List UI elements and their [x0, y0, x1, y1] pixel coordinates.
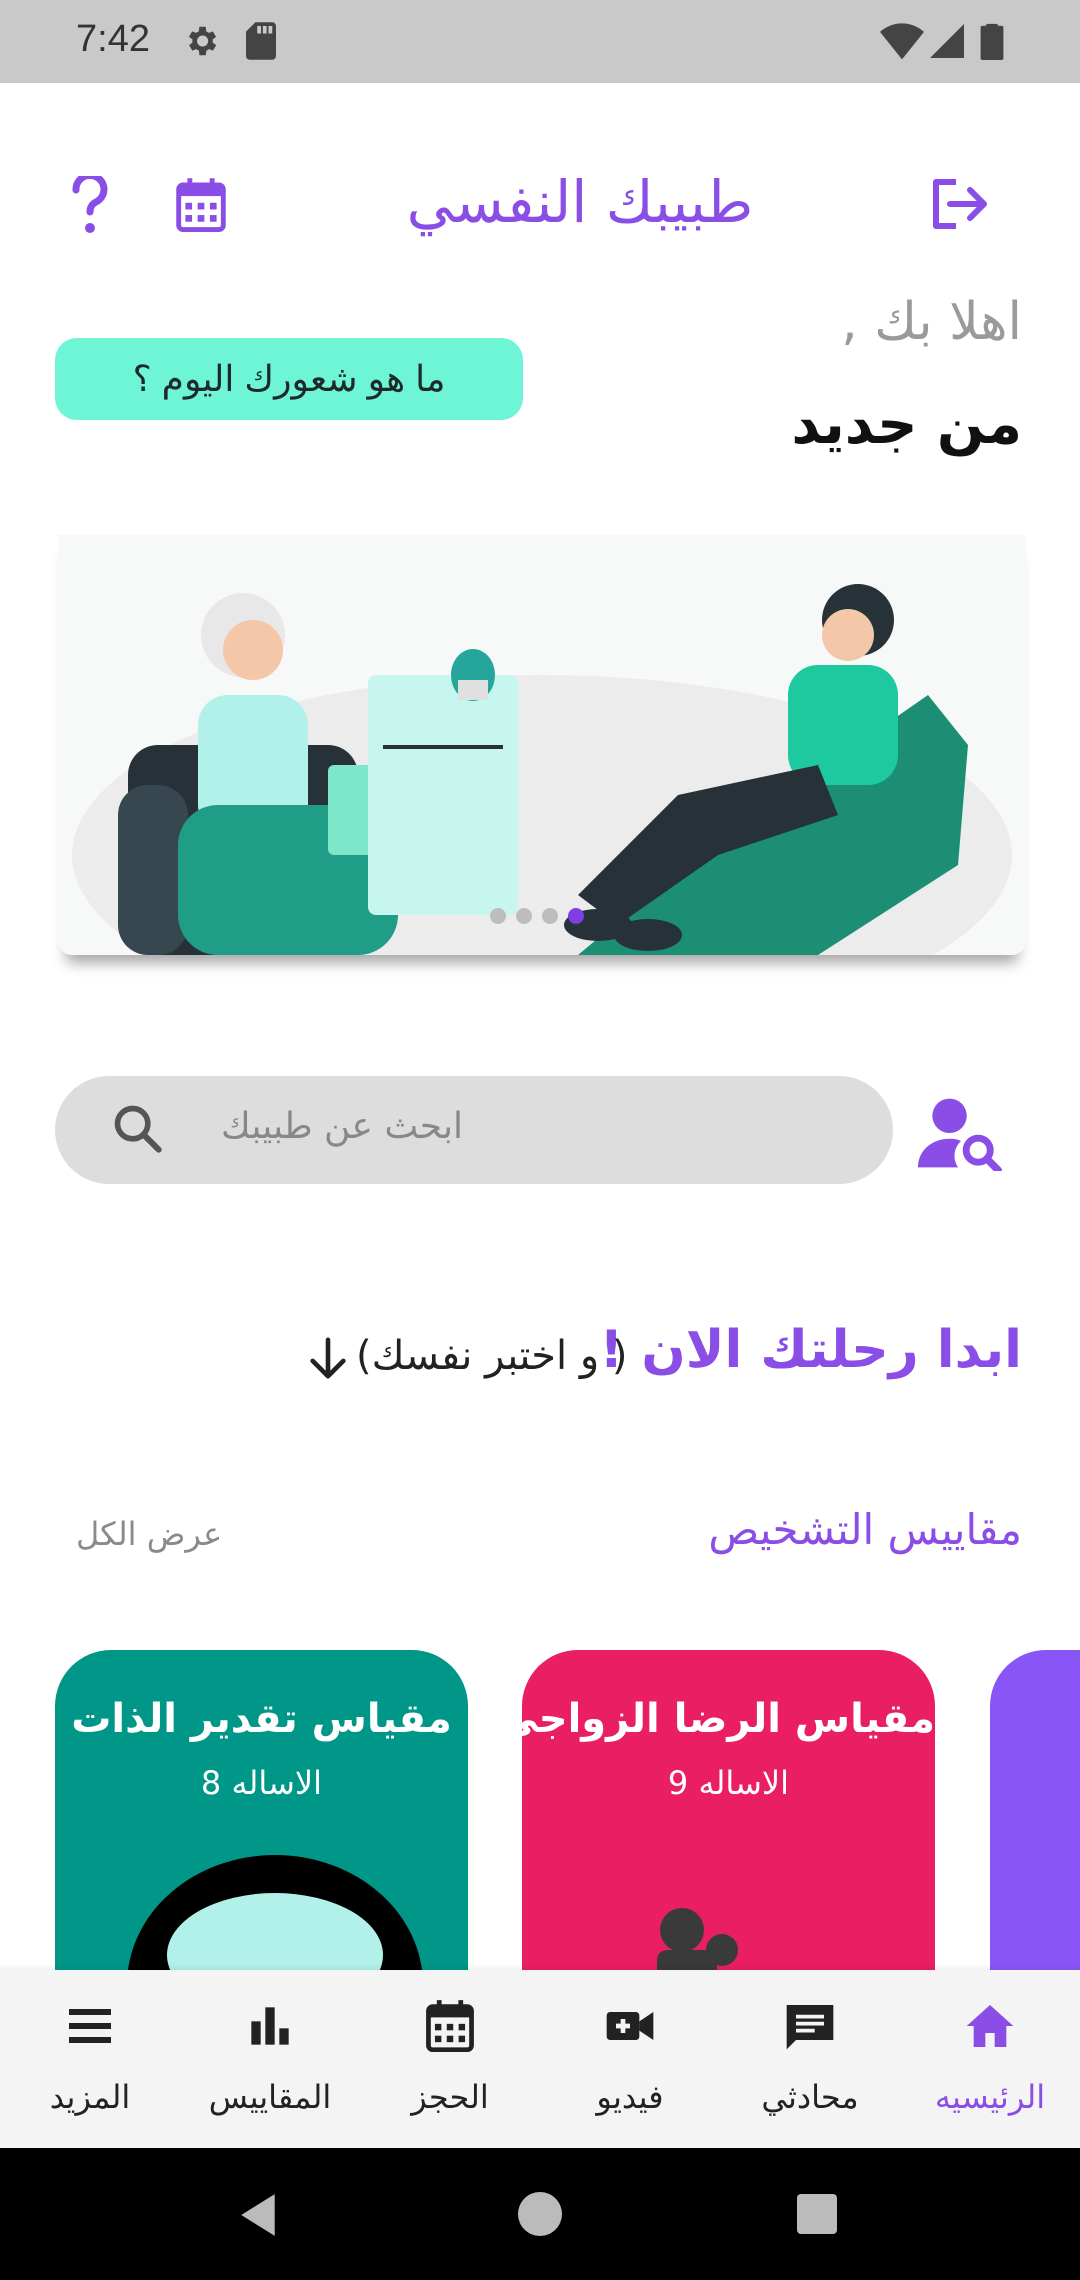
help-icon[interactable] — [70, 176, 110, 236]
greeting-line1: اهلا بك , — [841, 292, 1022, 352]
scale-card-partial[interactable] — [990, 1650, 1080, 1970]
system-navigation-bar — [0, 2148, 1080, 2280]
nav-item-booking[interactable]: الحجز — [360, 1970, 540, 2148]
menu-icon — [69, 2008, 111, 2044]
calendar-icon[interactable] — [174, 176, 228, 234]
status-time: 7:42 — [76, 18, 150, 60]
journey-subtitle: ( و اختبر نفسك) — [356, 1333, 628, 1379]
chat-icon — [786, 2005, 834, 2050]
nav-label: فيديو — [596, 2078, 664, 2116]
nav-label: محادثي — [761, 2078, 859, 2116]
view-all-link[interactable]: عرض الكل — [76, 1515, 222, 1553]
doctor-search-bar[interactable]: ابحث عن طبيبك — [55, 1076, 893, 1184]
pager-dot[interactable] — [542, 908, 558, 924]
home-button-icon[interactable] — [518, 2192, 562, 2236]
arrow-down-icon — [310, 1337, 346, 1379]
pager-dot-active[interactable] — [568, 908, 584, 924]
back-icon[interactable] — [236, 2192, 280, 2238]
logout-icon[interactable] — [930, 176, 990, 232]
search-placeholder[interactable]: ابحث عن طبيبك — [221, 1106, 463, 1147]
nav-label: الحجز — [411, 2078, 489, 2116]
scales-section-title: مقاييس التشخيص — [708, 1505, 1022, 1554]
nav-label: المزيد — [49, 2078, 131, 2116]
banner-pager — [490, 908, 584, 924]
pager-dot[interactable] — [490, 908, 506, 924]
scale-card-title: مقياس الرضا الزواجي — [522, 1696, 935, 1742]
calendar-icon — [426, 2000, 474, 2053]
scale-card-title: مقياس تقدير الذات — [71, 1696, 452, 1742]
therapy-banner[interactable] — [58, 535, 1026, 955]
bar-chart-icon — [251, 2007, 289, 2045]
recents-icon[interactable] — [797, 2194, 837, 2234]
therapy-session-illustration — [72, 584, 1012, 955]
video-call-icon — [606, 2012, 654, 2040]
battery-icon — [980, 23, 1004, 60]
nav-item-more[interactable]: المزيد — [0, 1970, 180, 2148]
sd-card-icon — [246, 22, 276, 60]
signal-icon — [930, 24, 964, 58]
scale-card-subtitle: الاساله 9 — [667, 1764, 790, 1802]
nav-item-video[interactable]: فيديو — [540, 1970, 720, 2148]
couple-illustration — [657, 1908, 738, 1970]
pager-dot[interactable] — [516, 908, 532, 924]
wifi-icon — [880, 23, 924, 60]
brain-head-illustration — [128, 1855, 422, 1970]
home-icon — [966, 2005, 1014, 2047]
app-title: طبيبك النفسي — [406, 168, 754, 236]
mood-button[interactable]: ما هو شعورك اليوم ؟ — [55, 338, 523, 420]
nav-item-home[interactable]: الرئيسيه — [900, 1970, 1080, 2148]
scale-card-self-esteem[interactable]: مقياس تقدير الذات الاساله 8 — [55, 1650, 468, 1970]
scale-card-marital-satisfaction[interactable]: مقياس الرضا الزواجي الاساله 9 — [522, 1650, 935, 1970]
nav-label: الرئيسيه — [934, 2078, 1046, 2116]
status-bar: 7:42 — [0, 0, 1080, 83]
nav-item-chats[interactable]: محادثي — [720, 1970, 900, 2148]
search-icon[interactable] — [111, 1102, 163, 1154]
journey-title: ابدا رحلتك الان ! — [599, 1320, 1022, 1380]
greeting-line2: من جديد — [791, 392, 1022, 457]
scale-card-subtitle: الاساله 8 — [200, 1764, 323, 1802]
find-doctor-icon[interactable] — [918, 1095, 1004, 1171]
nav-item-scales[interactable]: المقاييس — [180, 1970, 360, 2148]
nav-label: المقاييس — [208, 2078, 332, 2116]
bottom-navigation: المزيد المقاييس الحجز فيديو محادثي الرئي… — [0, 1970, 1080, 2148]
settings-icon — [188, 26, 217, 56]
